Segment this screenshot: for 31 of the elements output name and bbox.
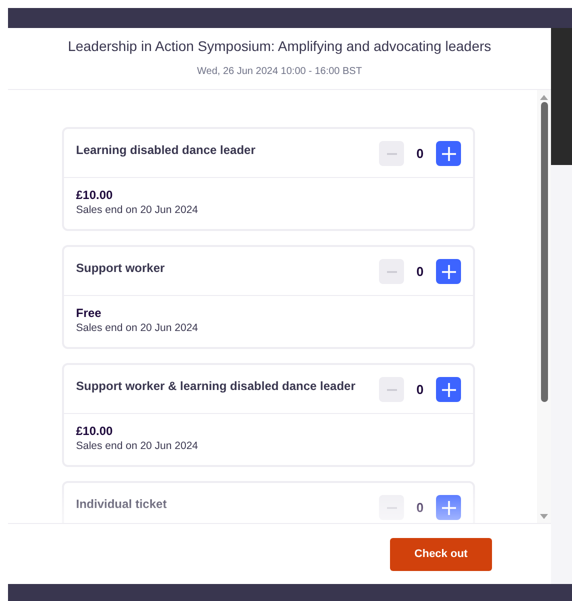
increase-button[interactable] [436,141,461,166]
event-date: Wed, 26 Jun 2024 10:00 - 16:00 BST [197,66,362,77]
sales-end-text: Sales end on 20 Jun 2024 [76,440,200,452]
plus-icon [442,382,456,396]
ticket-price: £10.00 [76,188,114,202]
quantity-value: 0 [415,500,425,515]
minus-icon [386,152,398,154]
plus-icon [442,500,456,514]
plus-icon [442,264,456,278]
checkout-button[interactable]: Check out [390,538,492,570]
increase-button[interactable] [436,377,461,402]
increase-button[interactable] [436,495,461,520]
scroll-up-icon[interactable] [540,95,548,100]
ticket-name: Support worker [76,260,165,275]
sales-end-text: Sales end on 20 Jun 2024 [76,204,200,216]
sales-end-text: Sales end on 20 Jun 2024 [76,322,200,334]
quantity-value: 0 [415,264,425,279]
ticket-name: Learning disabled dance leader [76,142,256,157]
minus-icon [386,388,398,390]
ticket-price: £10.00 [76,424,114,438]
plus-icon [442,146,456,160]
ticket-name: Support worker & learning disabled dance leader [76,378,356,393]
ticket-price: Free [76,306,102,320]
scroll-down-icon[interactable] [540,514,548,519]
increase-button[interactable] [436,259,461,284]
scrollbar[interactable] [537,90,551,523]
ticket-name: Individual ticket [76,496,167,511]
minus-icon [386,270,398,272]
quantity-value: 0 [415,146,425,161]
quantity-value: 0 [415,382,425,397]
event-title: Leadership in Action Symposium: Amplifying and advocating leaders [68,38,492,54]
